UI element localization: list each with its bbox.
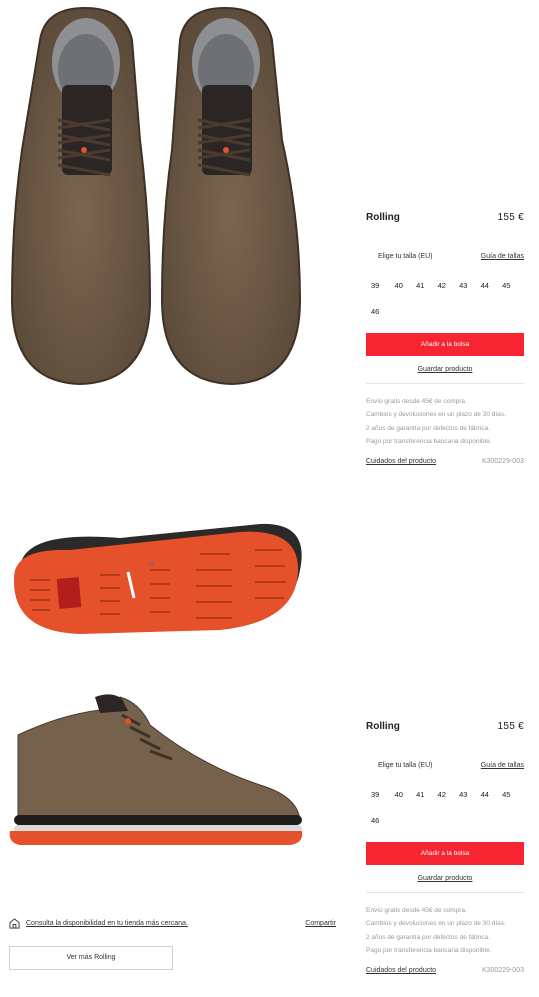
size-header: Elige tu talla (EU) Guía de tallas: [366, 253, 524, 260]
divider: [366, 383, 524, 384]
size-option[interactable]: 40: [388, 790, 410, 816]
care-link[interactable]: Cuidados del producto: [366, 458, 436, 465]
size-option[interactable]: 43: [453, 281, 475, 307]
info-line: 2 años de garantía por defectos de fábri…: [366, 933, 490, 941]
size-label: Elige tu talla (EU): [378, 762, 433, 769]
see-more-button[interactable]: Ver más Rolling: [9, 946, 173, 970]
store-availability-row: Consulta la disponibilidad en tu tienda …: [9, 918, 336, 929]
product-header: Rolling 155 €: [366, 721, 524, 737]
size-option[interactable]: 43: [453, 790, 475, 816]
product-header: Rolling 155 €: [366, 212, 524, 228]
left-shoe-top: [10, 6, 152, 386]
size-option[interactable]: 41: [410, 281, 432, 307]
share-link[interactable]: Compartir: [305, 920, 336, 927]
product-name: Rolling: [366, 721, 400, 732]
size-guide-link[interactable]: Guía de tallas: [481, 762, 524, 769]
info-line: Cambios y devoluciones en un plazo de 30…: [366, 411, 506, 419]
info-line: 2 años de garantía por defectos de fábri…: [366, 424, 490, 432]
size-header: Elige tu talla (EU) Guía de tallas: [366, 762, 524, 769]
product-panel: Rolling 155 € Elige tu talla (EU) Guía d…: [366, 212, 524, 465]
store-icon: [9, 918, 20, 929]
size-option[interactable]: 45: [496, 790, 518, 816]
size-option[interactable]: 44: [474, 281, 496, 307]
right-shoe-top: [160, 6, 302, 386]
size-option[interactable]: 39: [366, 281, 388, 307]
size-label: Elige tu talla (EU): [378, 253, 433, 260]
shipping-info: Envío gratis desde 45€ de compra. Cambio…: [366, 904, 524, 957]
add-to-bag-button[interactable]: Añadir a la bolsa: [366, 842, 524, 865]
info-line: Pago por transferencia bancaria disponib…: [366, 946, 492, 954]
store-availability-link[interactable]: Consulta la disponibilidad en tu tienda …: [26, 920, 188, 927]
product-price: 155 €: [497, 721, 524, 732]
divider: [366, 892, 524, 893]
size-option[interactable]: 46: [366, 816, 388, 842]
size-option[interactable]: 46: [366, 307, 388, 333]
product-footer: Cuidados del producto K300229-003: [366, 967, 524, 974]
info-line: Envío gratis desde 45€ de compra.: [366, 907, 467, 914]
size-option[interactable]: 44: [474, 790, 496, 816]
size-selector: 39 40 41 42 43 44 45 46: [366, 790, 524, 842]
size-option[interactable]: 41: [410, 790, 432, 816]
product-price: 155 €: [497, 212, 524, 223]
size-option[interactable]: 42: [431, 281, 453, 307]
save-product-link[interactable]: Guardar producto: [366, 875, 524, 882]
shoe-sole-view-image: 42: [0, 510, 355, 645]
sole-size-mark: 42: [148, 562, 155, 568]
product-sku: K300229-003: [481, 967, 524, 975]
size-guide-link[interactable]: Guía de tallas: [481, 253, 524, 260]
product-sku: K300229-003: [481, 458, 524, 466]
info-line: Envío gratis desde 45€ de compra.: [366, 398, 467, 405]
shoe-side-view-image: [0, 685, 355, 865]
shipping-info: Envío gratis desde 45€ de compra. Cambio…: [366, 395, 524, 448]
product-panel-sticky: Rolling 155 € Elige tu talla (EU) Guía d…: [366, 721, 524, 974]
info-line: Cambios y devoluciones en un plazo de 30…: [366, 920, 506, 928]
size-selector: 39 40 41 42 43 44 45 46: [366, 281, 524, 333]
size-option[interactable]: 42: [431, 790, 453, 816]
shoes-top-view-image: [0, 0, 355, 395]
product-footer: Cuidados del producto K300229-003: [366, 458, 524, 465]
info-line: Pago por transferencia bancaria disponib…: [366, 437, 492, 445]
add-to-bag-button[interactable]: Añadir a la bolsa: [366, 333, 524, 356]
care-link[interactable]: Cuidados del producto: [366, 967, 436, 974]
save-product-link[interactable]: Guardar producto: [366, 366, 524, 373]
product-name: Rolling: [366, 212, 400, 223]
size-option[interactable]: 40: [388, 281, 410, 307]
size-option[interactable]: 39: [366, 790, 388, 816]
size-option[interactable]: 45: [496, 281, 518, 307]
